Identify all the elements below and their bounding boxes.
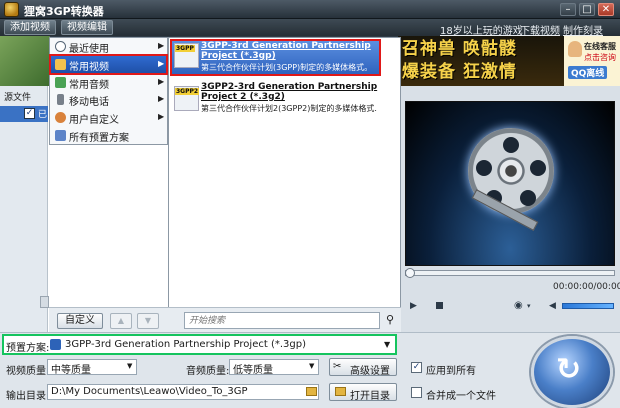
service-avatar-icon [568,41,582,57]
file-checkbox[interactable]: ✓ [24,108,35,119]
clock-icon [55,41,66,52]
chevron-down-icon[interactable]: ▼ [309,362,314,370]
submenu-arrow-icon: ▶ [158,41,165,50]
seek-bar[interactable] [405,270,615,276]
add-video-button[interactable]: 添加视频 [4,20,56,35]
consult-label: 点击咨询 [584,53,616,62]
user-icon [55,112,66,123]
chevron-down-icon[interactable]: ▼ [127,362,132,370]
menu-item-common-video-label: 常用视频 [69,62,109,73]
volume-icon[interactable]: ◀ [549,301,556,311]
open-directory-label: 打开目录 [350,391,390,402]
camera-icon[interactable]: ◉ [514,300,523,311]
submenu-arrow-icon: ▶ [158,77,165,86]
audio-quality-select[interactable]: 低等质量 [229,359,319,376]
menu-item-recent-label: 最近使用 [69,44,109,55]
chevron-down-icon[interactable]: ▼ [384,340,390,349]
move-down-button[interactable]: ▼ [137,313,159,329]
close-button[interactable]: ✕ [598,3,614,16]
move-up-button[interactable]: ▲ [110,313,132,329]
source-file-header: 源文件 [4,93,32,103]
menu-item-common-audio-label: 常用音频 [69,80,109,91]
format-item-3g2-title[interactable]: 3GPP2-3rd Generation Partnership Project… [201,82,379,102]
folder-open-icon [335,387,346,396]
play-icon[interactable]: ▶ [410,301,417,311]
reel-hole [476,160,492,176]
reel-hole [530,160,546,176]
advanced-settings-label: 高级设置 [350,366,390,377]
3g2-badge: 3GPP2 [175,88,200,95]
format-item-3g2-description: 第三代合作伙伴计划2(3GPP2)制定的多媒体格式. [201,104,377,113]
format-item-3gp-title[interactable]: 3GPP-3rd Generation Partnership Project … [201,41,379,61]
output-directory-field[interactable]: D:\My Documents\Leawo\Video_To_3GP [47,384,319,400]
3gp-badge: 3GPP [175,45,195,52]
chevron-down-icon[interactable]: ▾ [527,302,531,310]
qq-offline-badge[interactable]: QQ离线 [568,66,608,79]
banner-thumbnail [0,36,50,86]
online-service-label: 在线客服 [584,42,616,51]
game-ad-line2: 爆装备 狂激情 [402,62,517,82]
submenu-arrow-icon: ▶ [158,112,165,121]
search-icon[interactable]: ⚲ [383,313,397,327]
preset-label: 预置方案: [6,343,50,354]
maximize-button[interactable]: □ [579,3,595,16]
reel-hole [503,137,519,153]
audio-quality-label: 音频质量: [186,366,230,377]
search-input[interactable] [184,312,380,329]
volume-slider[interactable] [562,303,614,309]
seek-handle[interactable] [405,268,415,278]
minimize-button[interactable]: – [560,3,576,16]
menu-item-all-presets-label: 所有预置方案 [69,133,129,144]
game-ad-line1: 召神兽 唤骷髅 [402,39,517,59]
music-icon [55,77,66,88]
apply-to-all-checkbox[interactable]: ✓ [411,362,422,373]
reel-hole [520,190,536,206]
download-video-link[interactable]: 下载视频 [520,22,560,37]
custom-button[interactable]: 自定义 [57,313,103,329]
submenu-arrow-icon: ▶ [158,59,165,68]
convert-icon: ↻ [556,352,582,387]
list-icon [55,130,66,141]
horizontal-scrollbar[interactable] [40,296,49,308]
preset-format-icon [50,339,61,350]
scissors-icon: ✂ [333,361,342,372]
stop-icon[interactable] [436,302,443,309]
folder-icon[interactable] [306,387,317,396]
format-item-3gp-description: 第三代合作伙伴计划(3GPP)制定的多媒体格式。 [201,63,373,72]
preset-value: 3GPP-3rd Generation Partnership Project … [65,339,306,350]
video-quality-select[interactable]: 中等质量 [47,359,137,376]
merge-files-label: 合并成一个文件 [426,391,496,402]
file-name: 已 [38,110,48,120]
merge-files-checkbox[interactable] [411,387,422,398]
edit-video-button[interactable]: 视频编辑 [61,20,113,35]
video-quality-label: 视频质量: [6,366,50,377]
menu-item-mobile-phone-label: 移动电话 [69,97,109,108]
time-readout: 00:00:00/00:00:00 [553,282,620,292]
phone-icon [57,94,64,105]
app-title: 狸窝3GP转换器 [24,5,104,18]
submenu-arrow-icon: ▶ [158,94,165,103]
games-link[interactable]: 18岁以上玩的游戏 [440,22,523,37]
app-logo-icon [4,2,19,17]
video-icon [55,59,66,70]
apply-to-all-label: 应用到所有 [426,366,476,377]
menu-item-user-defined-label: 用户自定义 [69,115,119,126]
output-directory-label: 输出目录: [6,391,50,402]
